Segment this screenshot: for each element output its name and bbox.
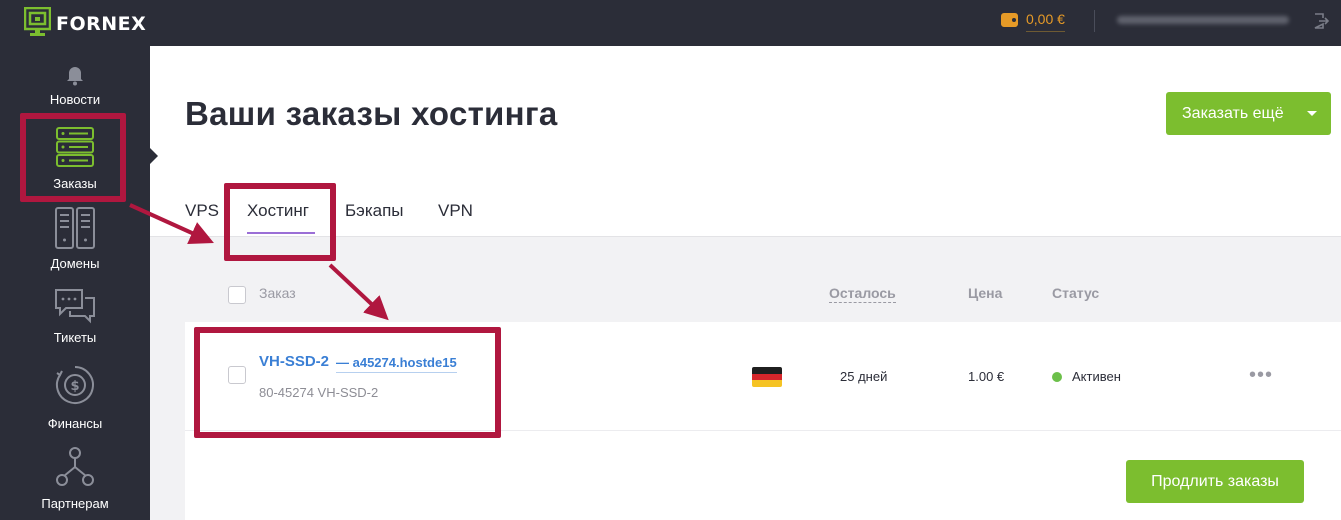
annotation-arrow xyxy=(328,263,389,321)
annotation-arrows xyxy=(129,203,389,321)
annotation-arrow xyxy=(129,203,214,244)
